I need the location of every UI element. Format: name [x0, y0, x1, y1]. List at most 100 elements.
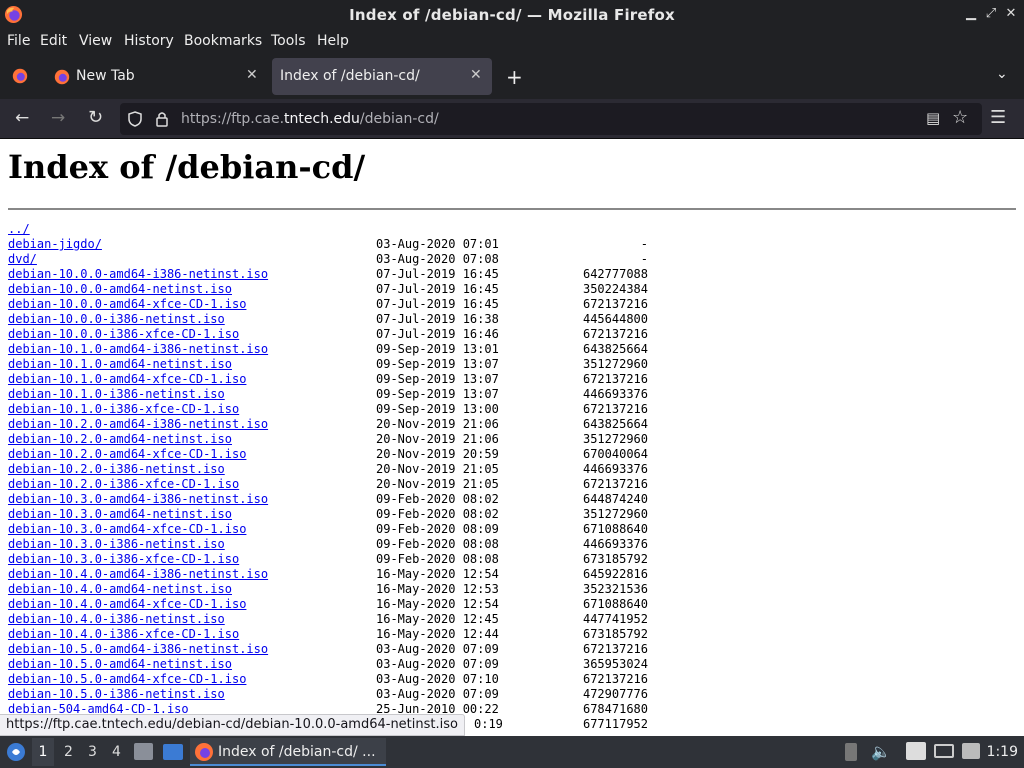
tab-bar: New Tab ✕ Index of /debian-cd/ ✕ + ⌄ — [0, 54, 1024, 99]
taskbar-app-firefox[interactable]: Index of /debian-cd/ ... — [190, 738, 386, 766]
file-link[interactable]: debian-10.1.0-amd64-i386-netinst.iso — [8, 342, 268, 357]
file-link[interactable]: debian-10.2.0-amd64-i386-netinst.iso — [8, 417, 268, 432]
file-date: 20-Nov-2019 21:05 — [376, 477, 499, 491]
reload-icon[interactable]: ↻ — [88, 107, 103, 128]
clock: 1:19 — [986, 744, 1018, 760]
firefox-icon — [54, 69, 70, 85]
file-link[interactable]: debian-10.2.0-i386-netinst.iso — [8, 462, 225, 477]
file-link[interactable]: debian-10.4.0-amd64-xfce-CD-1.iso — [8, 597, 246, 612]
menu-help[interactable]: Help — [317, 33, 349, 49]
file-link[interactable]: debian-10.0.0-i386-xfce-CD-1.iso — [8, 327, 239, 342]
menu-bookmarks[interactable]: Bookmarks — [184, 33, 262, 49]
start-menu-icon[interactable] — [6, 742, 26, 762]
tab-index[interactable]: Index of /debian-cd/ ✕ — [272, 58, 492, 95]
file-link[interactable]: debian-10.5.0-amd64-i386-netinst.iso — [8, 642, 268, 657]
battery-icon[interactable] — [845, 743, 857, 761]
file-link[interactable]: debian-10.0.0-amd64-xfce-CD-1.iso — [8, 297, 246, 312]
file-size: 446693376 — [582, 462, 648, 476]
navigation-bar: ← → ↻ https://ftp.cae.tntech.edu/debian-… — [0, 99, 1024, 139]
close-tab-icon[interactable]: ✕ — [246, 67, 258, 83]
file-date: 09-Sep-2019 13:07 — [376, 387, 499, 401]
menu-file[interactable]: File — [7, 33, 30, 49]
file-link[interactable]: debian-10.4.0-amd64-netinst.iso — [8, 582, 232, 597]
list-tabs-icon[interactable]: ⌄ — [996, 66, 1008, 82]
minimize-icon[interactable]: ▁ — [962, 5, 980, 23]
file-date: 0:19 — [474, 717, 503, 731]
taskbar-app-label: Index of /debian-cd/ ... — [218, 744, 376, 760]
workspace-2[interactable]: 2 — [64, 744, 73, 760]
file-link[interactable]: debian-10.2.0-i386-xfce-CD-1.iso — [8, 477, 239, 492]
menu-tools[interactable]: Tools — [271, 33, 306, 49]
file-link[interactable]: debian-10.5.0-amd64-xfce-CD-1.iso — [8, 672, 246, 687]
page-title: Index of /debian-cd/ — [8, 148, 366, 186]
back-icon[interactable]: ← — [15, 108, 29, 128]
network-icon[interactable] — [934, 744, 954, 758]
listing-row: debian-10.5.0-amd64-netinst.iso 03-Aug-20… — [8, 657, 648, 672]
file-manager-icon[interactable] — [134, 743, 153, 760]
bookmark-star-icon[interactable]: ☆ — [952, 107, 968, 128]
file-link[interactable]: debian-10.1.0-i386-netinst.iso — [8, 387, 225, 402]
file-link[interactable]: debian-10.3.0-i386-xfce-CD-1.iso — [8, 552, 239, 567]
workspace-3[interactable]: 3 — [88, 744, 97, 760]
url-text[interactable]: https://ftp.cae.tntech.edu/debian-cd/ — [181, 111, 439, 127]
workspace-1[interactable]: 1 — [32, 738, 54, 766]
listing-row: debian-10.4.0-amd64-i386-netinst.iso 16-M… — [8, 567, 648, 582]
file-size: 672137216 — [582, 477, 648, 491]
file-link[interactable]: debian-10.5.0-i386-netinst.iso — [8, 687, 225, 702]
file-link[interactable]: debian-10.5.0-amd64-netinst.iso — [8, 657, 232, 672]
listing-row: debian-10.2.0-i386-xfce-CD-1.iso 20-Nov-2… — [8, 477, 648, 492]
maximize-icon[interactable]: ⤢ — [982, 5, 1000, 23]
file-size: 643825664 — [582, 417, 648, 431]
file-link[interactable]: debian-10.2.0-amd64-netinst.iso — [8, 432, 232, 447]
file-size: 672137216 — [582, 642, 648, 656]
forward-icon[interactable]: → — [51, 108, 65, 128]
lock-icon[interactable] — [156, 111, 168, 127]
file-link[interactable]: debian-10.4.0-amd64-i386-netinst.iso — [8, 567, 268, 582]
clipboard-icon[interactable] — [906, 742, 926, 760]
file-size: 642777088 — [582, 267, 648, 281]
tab-label: New Tab — [76, 68, 135, 84]
app-menu-icon[interactable]: ☰ — [990, 107, 1006, 128]
listing-row: debian-10.1.0-i386-netinst.iso 09-Sep-201… — [8, 387, 648, 402]
menu-edit[interactable]: Edit — [40, 33, 67, 49]
desktop-icon[interactable] — [163, 744, 183, 760]
file-link[interactable]: debian-10.1.0-amd64-xfce-CD-1.iso — [8, 372, 246, 387]
taskbar: 1 2 3 4 Index of /debian-cd/ ... 🔈 1:19 — [0, 736, 1024, 768]
file-link[interactable]: debian-10.0.0-amd64-netinst.iso — [8, 282, 232, 297]
tab-new-tab[interactable]: New Tab ✕ — [44, 58, 270, 95]
file-link[interactable]: debian-10.1.0-amd64-netinst.iso — [8, 357, 232, 372]
workspace-4[interactable]: 4 — [112, 744, 121, 760]
listing-row: debian-10.2.0-amd64-xfce-CD-1.iso 20-Nov-… — [8, 447, 648, 462]
file-date: 20-Nov-2019 20:59 — [376, 447, 499, 461]
menu-view[interactable]: View — [79, 33, 112, 49]
file-link[interactable]: debian-10.3.0-amd64-xfce-CD-1.iso — [8, 522, 246, 537]
firefox-view-icon[interactable] — [12, 68, 28, 84]
url-bar[interactable]: https://ftp.cae.tntech.edu/debian-cd/ ▤ … — [120, 103, 982, 135]
file-link[interactable]: debian-10.3.0-amd64-i386-netinst.iso — [8, 492, 268, 507]
file-link[interactable]: debian-10.3.0-i386-netinst.iso — [8, 537, 225, 552]
notification-icon[interactable] — [962, 743, 980, 759]
shield-icon[interactable] — [128, 111, 142, 127]
file-link[interactable]: debian-10.0.0-amd64-i386-netinst.iso — [8, 267, 268, 282]
close-tab-icon[interactable]: ✕ — [470, 67, 482, 83]
file-link[interactable]: debian-jigdo/ — [8, 237, 102, 252]
file-size: 351272960 — [582, 507, 648, 521]
listing-row: debian-jigdo/03-Aug-2020 07:01 - — [8, 237, 648, 252]
reader-view-icon[interactable]: ▤ — [926, 109, 940, 127]
file-link[interactable]: debian-10.2.0-amd64-xfce-CD-1.iso — [8, 447, 246, 462]
volume-icon[interactable]: 🔈 — [871, 742, 891, 761]
file-link[interactable]: debian-10.4.0-i386-netinst.iso — [8, 612, 225, 627]
menu-history[interactable]: History — [124, 33, 174, 49]
file-link[interactable]: debian-10.3.0-amd64-netinst.iso — [8, 507, 232, 522]
close-icon[interactable]: ✕ — [1002, 5, 1020, 23]
listing-row: debian-10.0.0-amd64-i386-netinst.iso 07-J… — [8, 267, 648, 282]
file-link[interactable]: debian-10.0.0-i386-netinst.iso — [8, 312, 225, 327]
file-link[interactable]: debian-10.4.0-i386-xfce-CD-1.iso — [8, 627, 239, 642]
file-size: 352321536 — [582, 582, 648, 596]
file-size: 673185792 — [582, 552, 648, 566]
menu-bar: File Edit View History Bookmarks Tools H… — [0, 29, 1024, 54]
file-link[interactable]: ../ — [8, 222, 30, 237]
file-link[interactable]: dvd/ — [8, 252, 37, 267]
file-link[interactable]: debian-10.1.0-i386-xfce-CD-1.iso — [8, 402, 239, 417]
new-tab-icon[interactable]: + — [506, 65, 523, 89]
